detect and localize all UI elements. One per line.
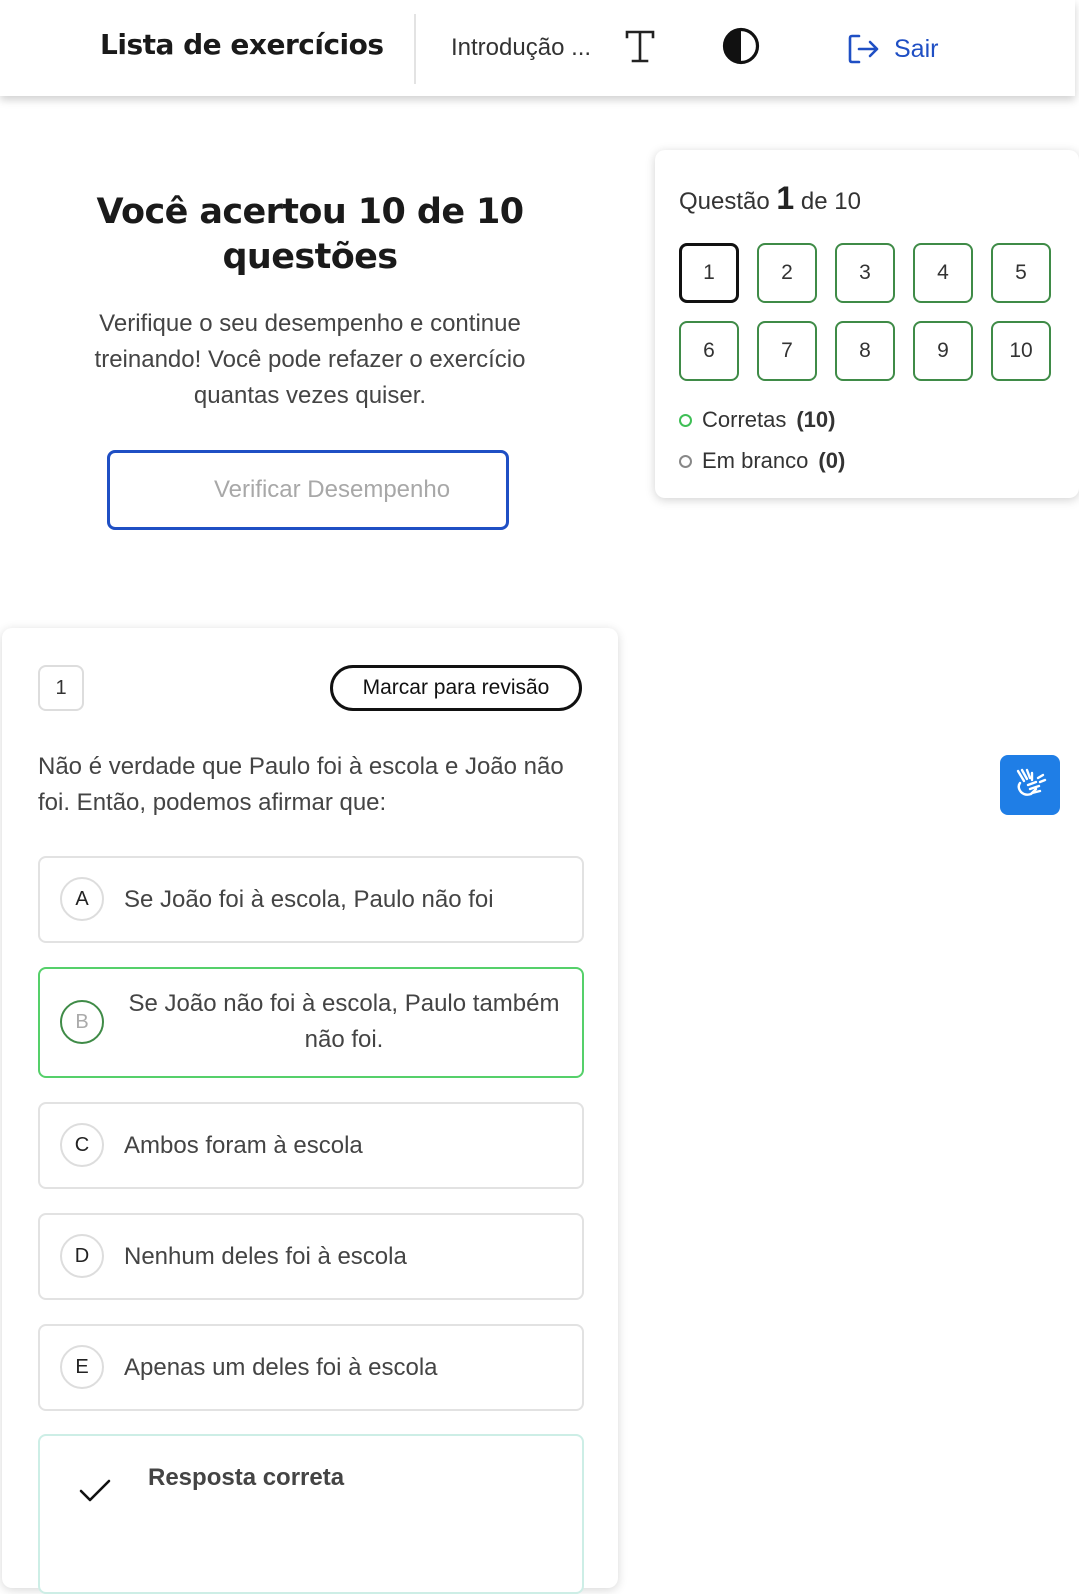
question-button-10[interactable]: 10 [991,321,1051,381]
option-text: Se João foi à escola, Paulo não foi [124,886,494,913]
logout-icon [848,34,879,64]
option-text: Nenhum deles foi à escola [124,1243,407,1270]
question-button-1[interactable]: 1 [679,243,739,303]
course-title: Introdução ... [451,34,592,61]
checkmark-icon [79,1479,111,1502]
option-a[interactable]: A Se João foi à escola, Paulo não foi [38,856,584,943]
question-navigator: Questão 1 de 10 1 2 3 4 5 6 7 8 9 10 Cor… [655,150,1079,498]
blank-dot-icon [679,454,692,468]
option-e[interactable]: E Apenas um deles foi à escola [38,1324,584,1411]
legend-blank-label: Em branco [702,448,809,473]
question-button-9[interactable]: 9 [913,321,973,381]
option-letter: B [60,1000,104,1044]
option-text: Apenas um deles foi à escola [124,1354,438,1381]
header-divider [414,14,416,84]
question-button-7[interactable]: 7 [757,321,817,381]
question-counter: Questão 1 de 10 [679,180,861,217]
legend-correct-count: (10) [796,407,836,432]
option-letter: E [60,1345,104,1389]
sign-language-button[interactable] [1000,755,1060,815]
legend-correct: Corretas (10) [679,407,835,433]
font-size-button[interactable] [618,24,662,68]
question-counter-current: 1 [776,180,795,216]
option-letter: C [60,1123,104,1167]
mark-for-review-button[interactable]: Marcar para revisão [330,665,582,711]
question-button-8[interactable]: 8 [835,321,895,381]
answer-feedback-label: Resposta correta [148,1464,345,1491]
page-title: Lista de exercícios [100,28,384,61]
result-title: Você acertou 10 de 10 questões [96,192,524,277]
check-performance-button[interactable]: Verificar Desempenho [107,450,509,530]
question-counter-prefix: Questão [679,188,770,215]
text-size-icon [625,30,655,63]
exit-button[interactable]: Sair [846,30,938,68]
option-d[interactable]: D Nenhum deles foi à escola [38,1213,584,1300]
option-letter: A [60,877,104,921]
sign-language-icon [1016,768,1047,796]
correct-dot-icon [679,413,692,427]
question-button-6[interactable]: 6 [679,321,739,381]
legend-correct-label: Corretas [702,407,787,432]
question-counter-suffix: de 10 [800,188,861,215]
question-button-2[interactable]: 2 [757,243,817,303]
question-button-5[interactable]: 5 [991,243,1051,303]
answer-feedback: Resposta correta [38,1434,584,1594]
contrast-icon [722,27,760,65]
top-bar: Lista de exercícios Introdução ... Sair [0,0,1075,96]
option-text: Ambos foram à escola [124,1132,363,1159]
option-text: Se João não foi à escola, Paulo também n… [128,990,560,1053]
result-description: Verifique o seu desempenho e continue tr… [94,310,526,409]
option-b[interactable]: B Se João não foi à escola, Paulo também… [38,967,584,1078]
contrast-button[interactable] [720,25,762,67]
option-letter: D [60,1234,104,1278]
legend-blank: Em branco (0) [679,448,845,474]
question-text: Não é verdade que Paulo foi à escola e J… [38,753,564,816]
question-button-4[interactable]: 4 [913,243,973,303]
legend-blank-count: (0) [818,448,846,473]
option-c[interactable]: C Ambos foram à escola [38,1102,584,1189]
question-button-3[interactable]: 3 [835,243,895,303]
exit-label: Sair [894,34,939,63]
question-number: 1 [38,665,84,711]
question-card: 1 Marcar para revisão Não é verdade que … [2,628,618,1594]
